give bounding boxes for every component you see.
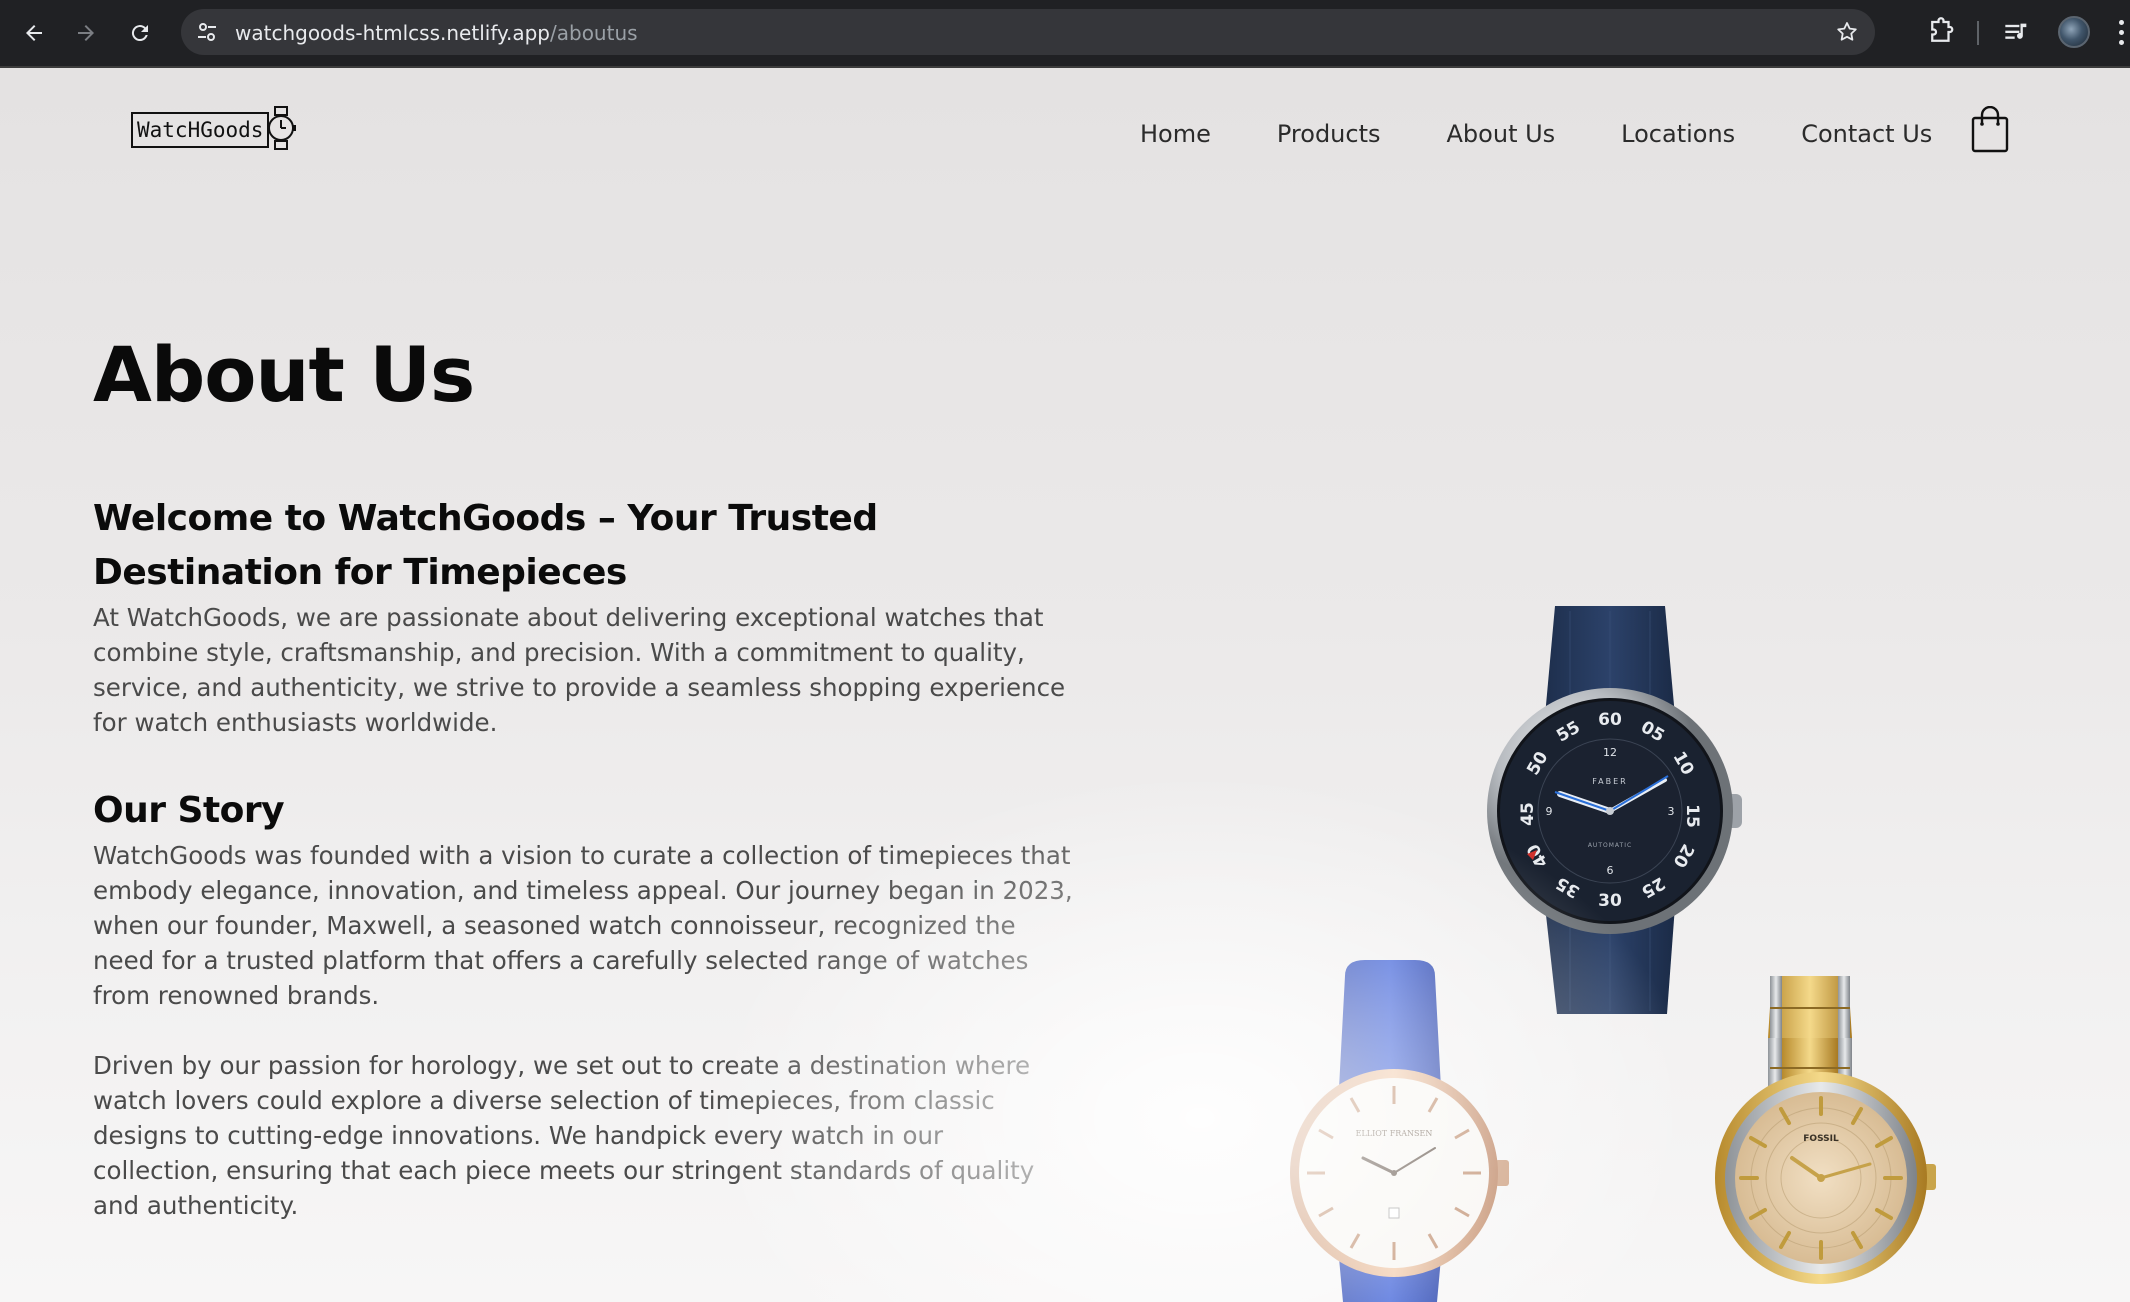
mission-heading: Our Mission [93, 1291, 1073, 1302]
svg-text:15: 15 [1682, 804, 1702, 828]
media-controls-icon[interactable] [2003, 19, 2031, 47]
address-bar[interactable]: watchgoods-htmlcss.netlify.app/aboutus [181, 9, 1875, 55]
site-settings-icon[interactable] [195, 20, 219, 44]
svg-text:60: 60 [1598, 710, 1622, 730]
forward-icon[interactable] [70, 17, 102, 49]
logo-text: WatcHGoods [131, 112, 270, 148]
nav-locations[interactable]: Locations [1621, 120, 1735, 148]
welcome-heading: Welcome to WatchGoods – Your Trusted Des… [93, 498, 878, 593]
toolbar-divider [1977, 21, 1979, 45]
nav-about-us[interactable]: About Us [1447, 120, 1556, 148]
nav-products[interactable]: Products [1277, 120, 1381, 148]
url-text[interactable]: watchgoods-htmlcss.netlify.app/aboutus [235, 21, 638, 45]
svg-text:9: 9 [1546, 805, 1553, 818]
watch-top-sub: AUTOMATIC [1588, 842, 1632, 849]
extensions-icon[interactable] [1926, 17, 1956, 47]
url-path: /aboutus [550, 21, 638, 45]
svg-text:12: 12 [1603, 746, 1617, 759]
shopping-bag-icon[interactable] [1970, 105, 2010, 159]
watch-image-blue-leather: ELLIOT FRANSEN [1285, 958, 1515, 1302]
watch-left-brand: ELLIOT FRANSEN [1356, 1129, 1433, 1138]
profile-avatar[interactable] [2058, 16, 2090, 48]
story-text-2: Driven by our passion for horology, we s… [93, 1051, 1035, 1220]
svg-text:3: 3 [1668, 805, 1675, 818]
back-icon[interactable] [18, 17, 50, 49]
welcome-text: At WatchGoods, we are passionate about d… [93, 603, 1066, 737]
page-title: About Us [93, 330, 475, 419]
bookmark-star-icon[interactable] [1835, 20, 1859, 44]
story-heading: Our Story [93, 790, 285, 831]
watch-top-brand: FABER [1592, 777, 1627, 786]
url-host: watchgoods-htmlcss.netlify.app [235, 21, 550, 45]
about-content: Welcome to WatchGoods – Your Trusted Des… [93, 492, 1073, 1302]
svg-text:6: 6 [1607, 864, 1614, 877]
nav-contact-us[interactable]: Contact Us [1801, 120, 1932, 148]
logo-watch-icon [266, 105, 297, 155]
page-viewport: WatcHGoods Home Products About Us Locati… [0, 68, 2130, 1302]
reload-icon[interactable] [124, 17, 156, 49]
nav-home[interactable]: Home [1140, 120, 1211, 148]
menu-kebab-icon[interactable] [2119, 20, 2125, 46]
story-text-1: WatchGoods was founded with a vision to … [93, 841, 1073, 1010]
site-logo[interactable]: WatcHGoods [131, 105, 297, 155]
browser-toolbar: watchgoods-htmlcss.netlify.app/aboutus [0, 0, 2130, 68]
main-nav: Home Products About Us Locations Contact… [1140, 114, 1932, 154]
watch-right-brand: FOSSIL [1803, 1134, 1839, 1144]
svg-text:30: 30 [1598, 891, 1622, 911]
svg-text:45: 45 [1518, 802, 1538, 826]
watch-image-gold: FOSSIL [1710, 968, 1940, 1302]
